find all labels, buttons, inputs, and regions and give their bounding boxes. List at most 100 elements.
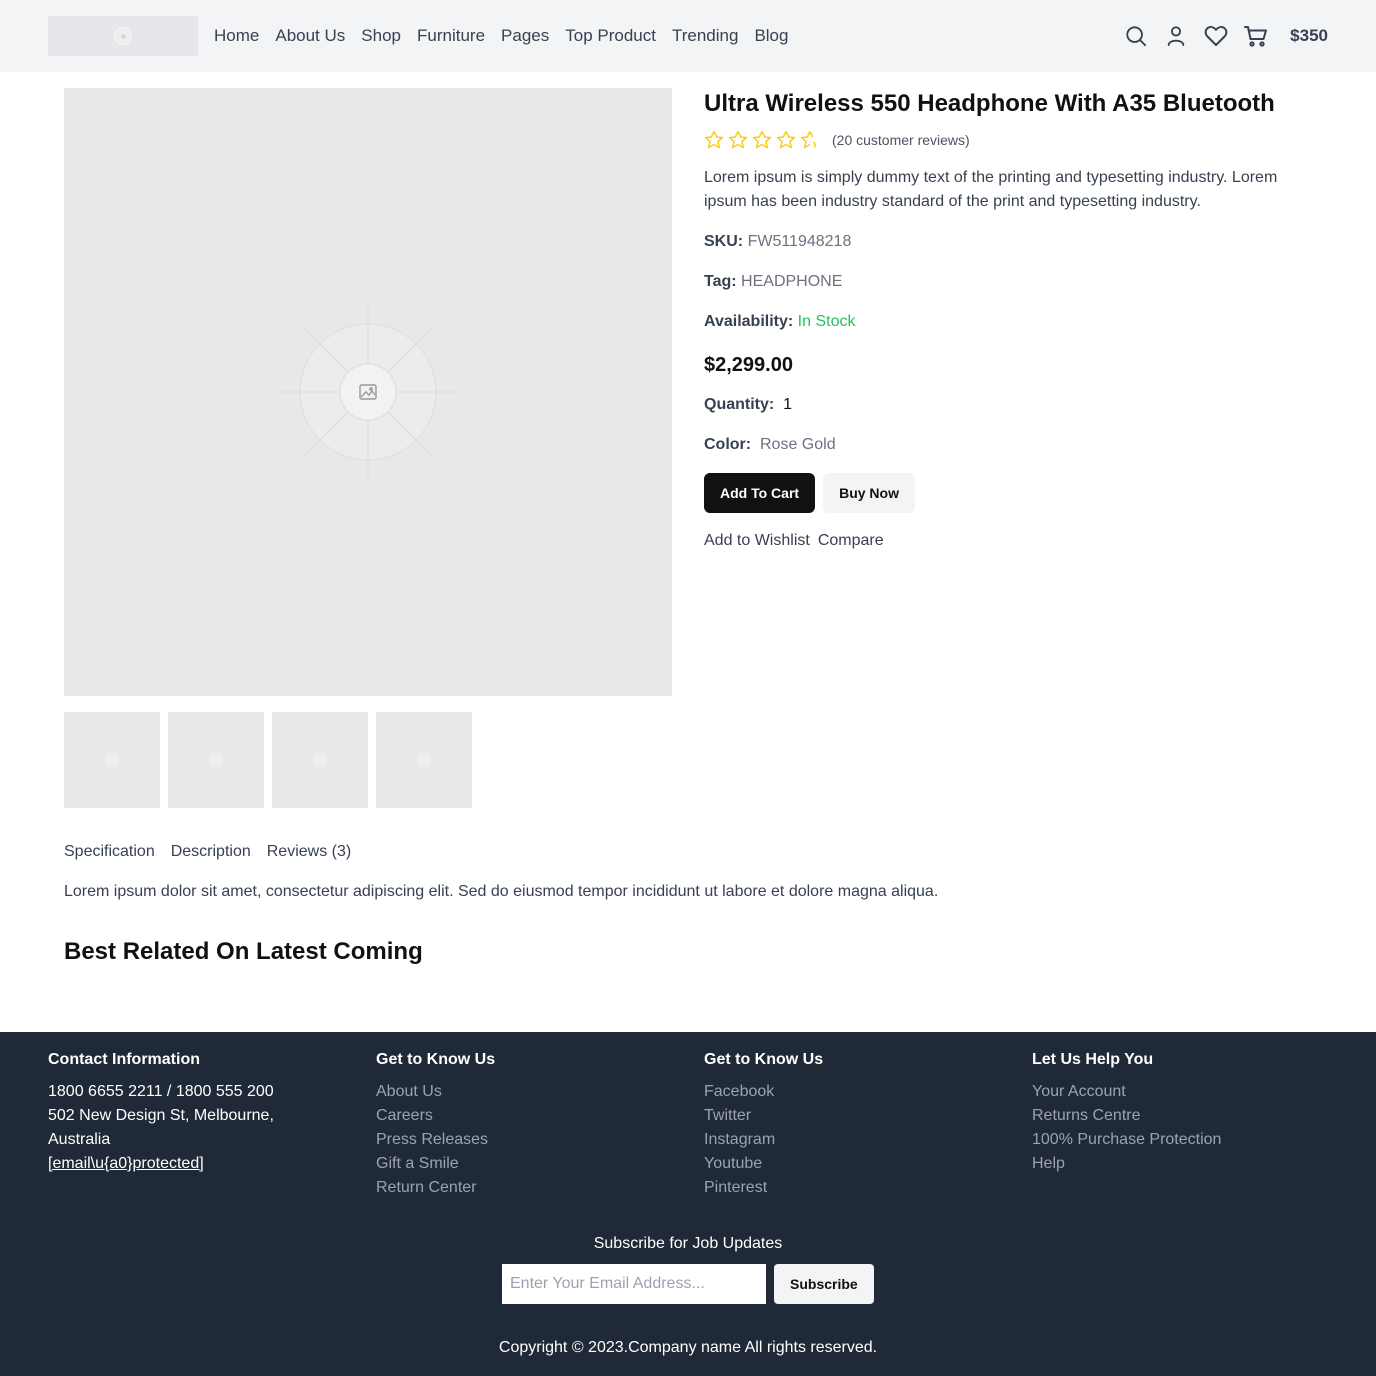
thumbnail-1[interactable]	[64, 712, 160, 808]
compare-link[interactable]: Compare	[818, 529, 884, 553]
star-icon	[704, 130, 724, 149]
footer-col-help: Let Us Help You Your Account Returns Cen…	[1032, 1048, 1332, 1176]
tab-specification[interactable]: Specification	[64, 840, 155, 864]
thumbnail-3[interactable]	[272, 712, 368, 808]
footer-link-purchase-protection[interactable]: 100% Purchase Protection	[1032, 1131, 1221, 1148]
footer-col-heading: Let Us Help You	[1032, 1051, 1154, 1068]
footer-link-about-us[interactable]: About Us	[376, 1083, 442, 1100]
related-heading: Best Related On Latest Coming	[64, 938, 423, 965]
product-main-image[interactable]	[64, 88, 672, 696]
secondary-actions: Add to Wishlist Compare	[704, 529, 1324, 553]
thumbnail-2[interactable]	[168, 712, 264, 808]
image-placeholder-icon	[209, 753, 223, 767]
contact-address-line2: Australia	[48, 1131, 111, 1148]
product-tabs: Specification Description Reviews (3)	[64, 840, 351, 864]
nav-blog[interactable]: Blog	[754, 24, 788, 48]
nav-top-product[interactable]: Top Product	[565, 24, 656, 48]
cart-icon[interactable]	[1244, 22, 1268, 50]
footer-contact: Contact Information 1800 6655 2211 / 180…	[48, 1048, 348, 1176]
footer-link-your-account[interactable]: Your Account	[1032, 1083, 1126, 1100]
tag-value[interactable]: HEADPHONE	[741, 273, 842, 290]
thumbnail-strip	[64, 712, 472, 808]
copyright: Copyright © 2023.Company name All rights…	[498, 1339, 878, 1356]
contact-heading: Contact Information	[48, 1051, 200, 1068]
subscribe-form: Subscribe	[502, 1264, 874, 1304]
tab-content: Lorem ipsum dolor sit amet, consectetur …	[64, 883, 939, 900]
nav-about-us[interactable]: About Us	[275, 24, 345, 48]
footer-col-heading: Get to Know Us	[704, 1051, 824, 1068]
product-color: Color: Rose Gold	[704, 433, 1324, 457]
user-icon[interactable]	[1164, 22, 1188, 50]
sku-value: FW511948218	[747, 233, 852, 250]
thumbnail-4[interactable]	[376, 712, 472, 808]
product-quantity: Quantity: 1	[704, 393, 1324, 417]
star-half-icon	[800, 131, 817, 149]
footer-link-press-releases[interactable]: Press Releases	[376, 1131, 488, 1148]
footer-link-facebook[interactable]: Facebook	[704, 1083, 774, 1100]
subscribe-email-input[interactable]	[502, 1264, 766, 1304]
footer-col-know-us: Get to Know Us About Us Careers Press Re…	[376, 1048, 676, 1200]
image-placeholder-icon	[417, 753, 431, 767]
cart-total[interactable]: $350	[1290, 22, 1328, 50]
footer-link-instagram[interactable]: Instagram	[704, 1131, 775, 1148]
buy-now-button[interactable]: Buy Now	[823, 473, 915, 513]
reviews-count[interactable]: (20 customer reviews)	[832, 132, 970, 148]
footer-link-returns-centre[interactable]: Returns Centre	[1032, 1107, 1141, 1124]
product-sku: SKU: FW511948218	[704, 230, 1324, 254]
purchase-buttons: Add To Cart Buy Now	[704, 473, 1324, 513]
rating-stars	[704, 130, 820, 150]
quantity-label: Quantity:	[704, 396, 775, 413]
header-actions: $350	[1124, 22, 1328, 50]
product-rating: (20 customer reviews)	[704, 130, 1324, 150]
contact-phone: 1800 6655 2211 / 1800 555 200	[48, 1083, 274, 1100]
tab-reviews[interactable]: Reviews (3)	[267, 840, 351, 864]
add-to-cart-button[interactable]: Add To Cart	[704, 473, 816, 513]
contact-email[interactable]: [email\u{a0}protected]	[48, 1155, 204, 1172]
product-description: Lorem ipsum is simply dummy text of the …	[704, 169, 1278, 210]
search-icon[interactable]	[1124, 22, 1148, 50]
star-icon	[752, 130, 772, 149]
subscribe-button[interactable]: Subscribe	[774, 1264, 874, 1304]
footer-link-twitter[interactable]: Twitter	[704, 1107, 751, 1124]
nav-pages[interactable]: Pages	[501, 24, 549, 48]
footer-link-gift-a-smile[interactable]: Gift a Smile	[376, 1155, 459, 1172]
subscribe-title: Subscribe for Job Updates	[593, 1235, 783, 1252]
site-logo[interactable]	[48, 16, 198, 56]
footer-link-pinterest[interactable]: Pinterest	[704, 1179, 767, 1196]
site-footer: Contact Information 1800 6655 2211 / 180…	[0, 1032, 1376, 1376]
nav-furniture[interactable]: Furniture	[417, 24, 485, 48]
footer-col-heading: Get to Know Us	[376, 1051, 496, 1068]
availability-value: In Stock	[797, 313, 856, 330]
heart-icon[interactable]	[1204, 22, 1228, 50]
product-title: Ultra Wireless 550 Headphone With A35 Bl…	[704, 90, 1275, 117]
image-placeholder-icon	[276, 300, 460, 484]
logo-placeholder-icon	[114, 27, 132, 45]
site-header: Home About Us Shop Furniture Pages Top P…	[0, 0, 1376, 72]
product-info: Ultra Wireless 550 Headphone With A35 Bl…	[704, 88, 1324, 553]
product-availability: Availability: In Stock	[704, 310, 1324, 334]
star-icon	[728, 130, 748, 149]
tag-label: Tag:	[704, 273, 737, 290]
footer-link-careers[interactable]: Careers	[376, 1107, 433, 1124]
add-to-wishlist-link[interactable]: Add to Wishlist	[704, 529, 810, 553]
product-tag: Tag: HEADPHONE	[704, 270, 1324, 294]
quantity-value[interactable]: 1	[783, 396, 792, 413]
footer-link-help[interactable]: Help	[1032, 1155, 1065, 1172]
footer-link-youtube[interactable]: Youtube	[704, 1155, 762, 1172]
product-price: $2,299.00	[704, 354, 793, 376]
main-nav: Home About Us Shop Furniture Pages Top P…	[214, 24, 788, 48]
color-value[interactable]: Rose Gold	[760, 436, 836, 453]
nav-home[interactable]: Home	[214, 24, 259, 48]
availability-label: Availability:	[704, 313, 794, 330]
star-icon	[776, 130, 796, 149]
nav-trending[interactable]: Trending	[672, 24, 738, 48]
footer-col-social: Get to Know Us Facebook Twitter Instagra…	[704, 1048, 1004, 1200]
image-placeholder-icon	[313, 753, 327, 767]
sku-label: SKU:	[704, 233, 744, 250]
footer-link-return-center[interactable]: Return Center	[376, 1179, 477, 1196]
image-placeholder-icon	[105, 753, 119, 767]
contact-address-line1: 502 New Design St, Melbourne,	[48, 1107, 274, 1124]
nav-shop[interactable]: Shop	[361, 24, 401, 48]
color-label: Color:	[704, 436, 752, 453]
tab-description[interactable]: Description	[171, 840, 251, 864]
